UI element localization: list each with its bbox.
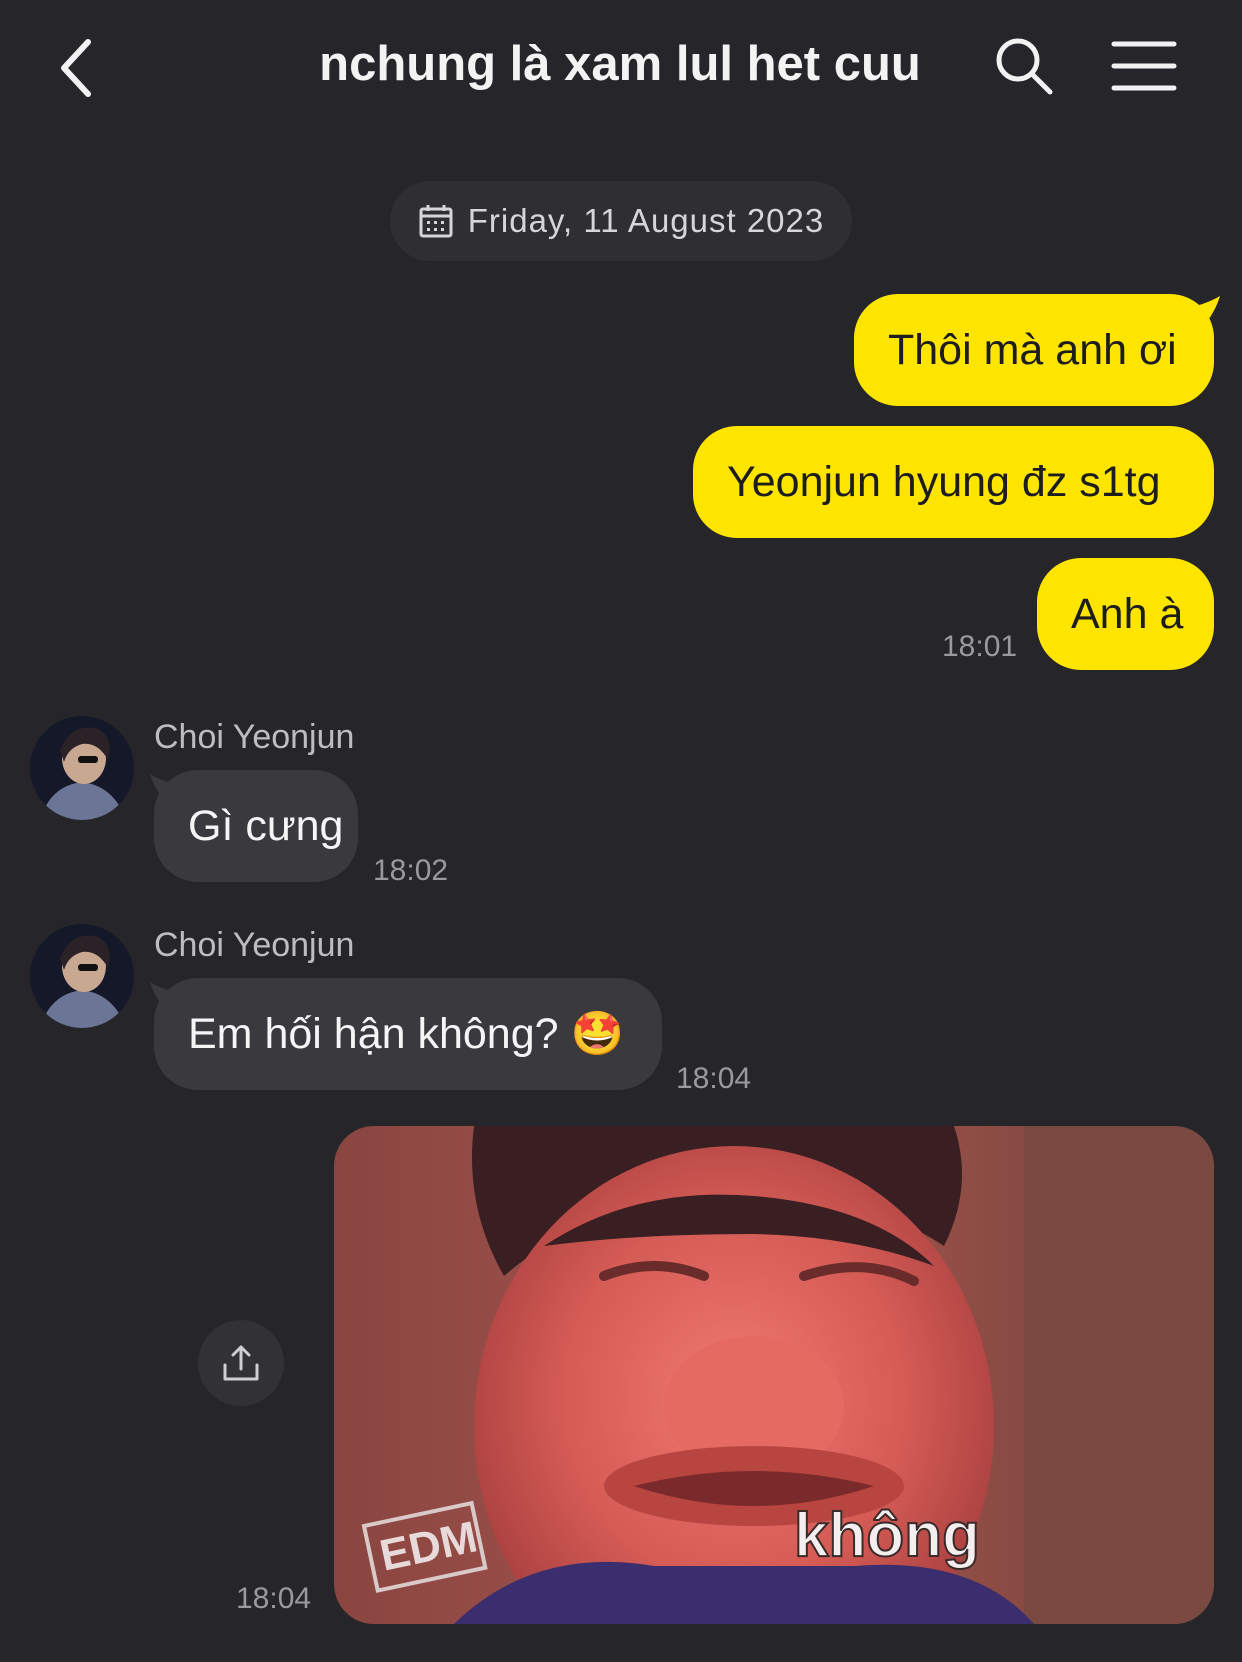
message-time: 18:04: [236, 1582, 312, 1615]
message-time: 18:01: [942, 630, 1018, 663]
profile-photo: [30, 716, 134, 820]
message-bubble-mine[interactable]: Yeonjun hyung đz s1tg: [693, 426, 1214, 538]
message-bubble-theirs[interactable]: Em hối hận không? 🤩: [154, 978, 662, 1090]
avatar[interactable]: [30, 716, 134, 820]
message-text: Yeonjun hyung đz s1tg: [727, 457, 1161, 506]
date-text: Friday, 11 August 2023: [467, 202, 825, 239]
search-button[interactable]: [992, 34, 1056, 98]
sender-name: Choi Yeonjun: [154, 926, 355, 964]
menu-button[interactable]: [1110, 38, 1180, 94]
image-message[interactable]: EDM không: [334, 1126, 1214, 1624]
message-bubble-mine[interactable]: Thôi mà anh ơi: [854, 294, 1214, 406]
image-caption: không: [794, 1501, 980, 1570]
avatar[interactable]: [30, 924, 134, 1028]
back-button[interactable]: [52, 28, 112, 108]
chat-title: nchung là xam lul het cuu: [319, 37, 921, 91]
message-bubble-theirs[interactable]: Gì cưng: [154, 770, 358, 882]
chat-header: nchung là xam lul het cuu: [0, 0, 1242, 135]
meme-image: EDM không: [334, 1126, 1214, 1624]
search-icon: [996, 38, 1053, 95]
message-text: Gì cưng: [188, 801, 344, 850]
share-button[interactable]: [198, 1320, 284, 1406]
message-bubble-mine[interactable]: Anh à: [1037, 558, 1214, 670]
chevron-left-icon: [61, 39, 91, 97]
message-time: 18:04: [676, 1062, 752, 1095]
sender-name: Choi Yeonjun: [154, 718, 355, 756]
message-text: Anh à: [1071, 589, 1184, 638]
message-text: Thôi mà anh ơi: [888, 325, 1177, 374]
hamburger-menu-icon: [1111, 41, 1177, 91]
share-icon: [223, 1345, 259, 1381]
message-text: Em hối hận không? 🤩: [188, 1010, 625, 1058]
profile-photo: [30, 924, 134, 1028]
message-time: 18:02: [373, 854, 449, 887]
calendar-icon: [419, 205, 453, 238]
chat-screen: nchung là xam lul het cuu Friday, 11 Aug…: [0, 0, 1242, 1662]
date-divider: Friday, 11 August 2023: [390, 181, 852, 261]
